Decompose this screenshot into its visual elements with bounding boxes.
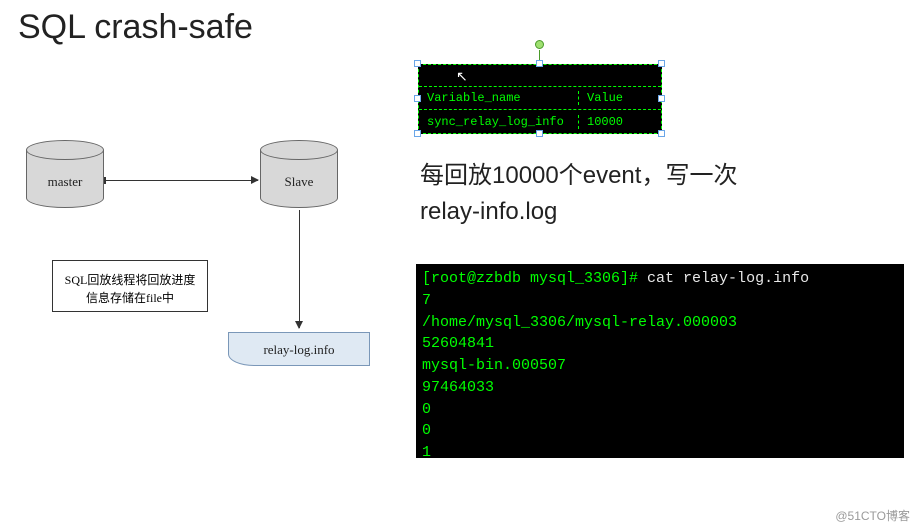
slave-db-icon: Slave: [260, 140, 338, 210]
resize-handle[interactable]: [414, 130, 421, 137]
var-header-value: Value: [579, 91, 661, 105]
resize-handle[interactable]: [414, 95, 421, 102]
terminal-line: 97464033: [422, 379, 494, 396]
master-db-icon: master: [26, 140, 104, 210]
relay-log-info-file: relay-log.info: [228, 332, 370, 366]
terminal-line: 0: [422, 422, 431, 439]
terminal-line: 52604841: [422, 335, 494, 352]
arrow-master-to-slave: [106, 180, 258, 181]
resize-handle[interactable]: [658, 95, 665, 102]
resize-handle[interactable]: [536, 130, 543, 137]
terminal-line: 0: [422, 401, 431, 418]
caption-line1: 每回放10000个event，写一次: [420, 162, 737, 189]
resize-handle[interactable]: [658, 130, 665, 137]
caption-line2: relay-info.log: [420, 198, 557, 225]
note-line1: SQL回放线程将回放进度: [65, 273, 196, 287]
master-label: master: [26, 174, 104, 190]
page-title: SQL crash-safe: [18, 8, 253, 47]
caption-text: 每回放10000个event，写一次 relay-info.log: [420, 158, 737, 230]
replication-diagram: master Slave SQL回放线程将回放进度 信息存储在file中 rel…: [10, 120, 410, 420]
sql-thread-note: SQL回放线程将回放进度 信息存储在file中: [52, 260, 208, 312]
arrow-slave-to-file: [299, 210, 300, 328]
terminal-line: mysql-bin.000507: [422, 357, 566, 374]
slave-label: Slave: [260, 174, 338, 190]
terminal-line: /home/mysql_3306/mysql-relay.000003: [422, 314, 737, 331]
var-header-name: Variable_name: [419, 91, 579, 105]
rotate-handle[interactable]: [535, 40, 544, 49]
resize-handle[interactable]: [536, 60, 543, 67]
resize-handle[interactable]: [658, 60, 665, 67]
terminal-output: [root@zzbdb mysql_3306]# cat relay-log.i…: [416, 264, 904, 458]
mysql-variable-table: Variable_name Value sync_relay_log_info …: [418, 64, 662, 134]
var-value-cell: 10000: [579, 115, 661, 129]
note-line2: 信息存储在file中: [86, 291, 174, 305]
watermark: @51CTO博客: [835, 507, 910, 524]
var-name-cell: sync_relay_log_info: [419, 115, 579, 129]
terminal-command: cat relay-log.info: [647, 270, 809, 287]
terminal-line: 7: [422, 292, 431, 309]
terminal-prompt: [root@zzbdb mysql_3306]#: [422, 270, 647, 287]
variable-table-shape[interactable]: Variable_name Value sync_relay_log_info …: [410, 56, 670, 142]
terminal-line: 1: [422, 444, 431, 458]
resize-handle[interactable]: [414, 60, 421, 67]
